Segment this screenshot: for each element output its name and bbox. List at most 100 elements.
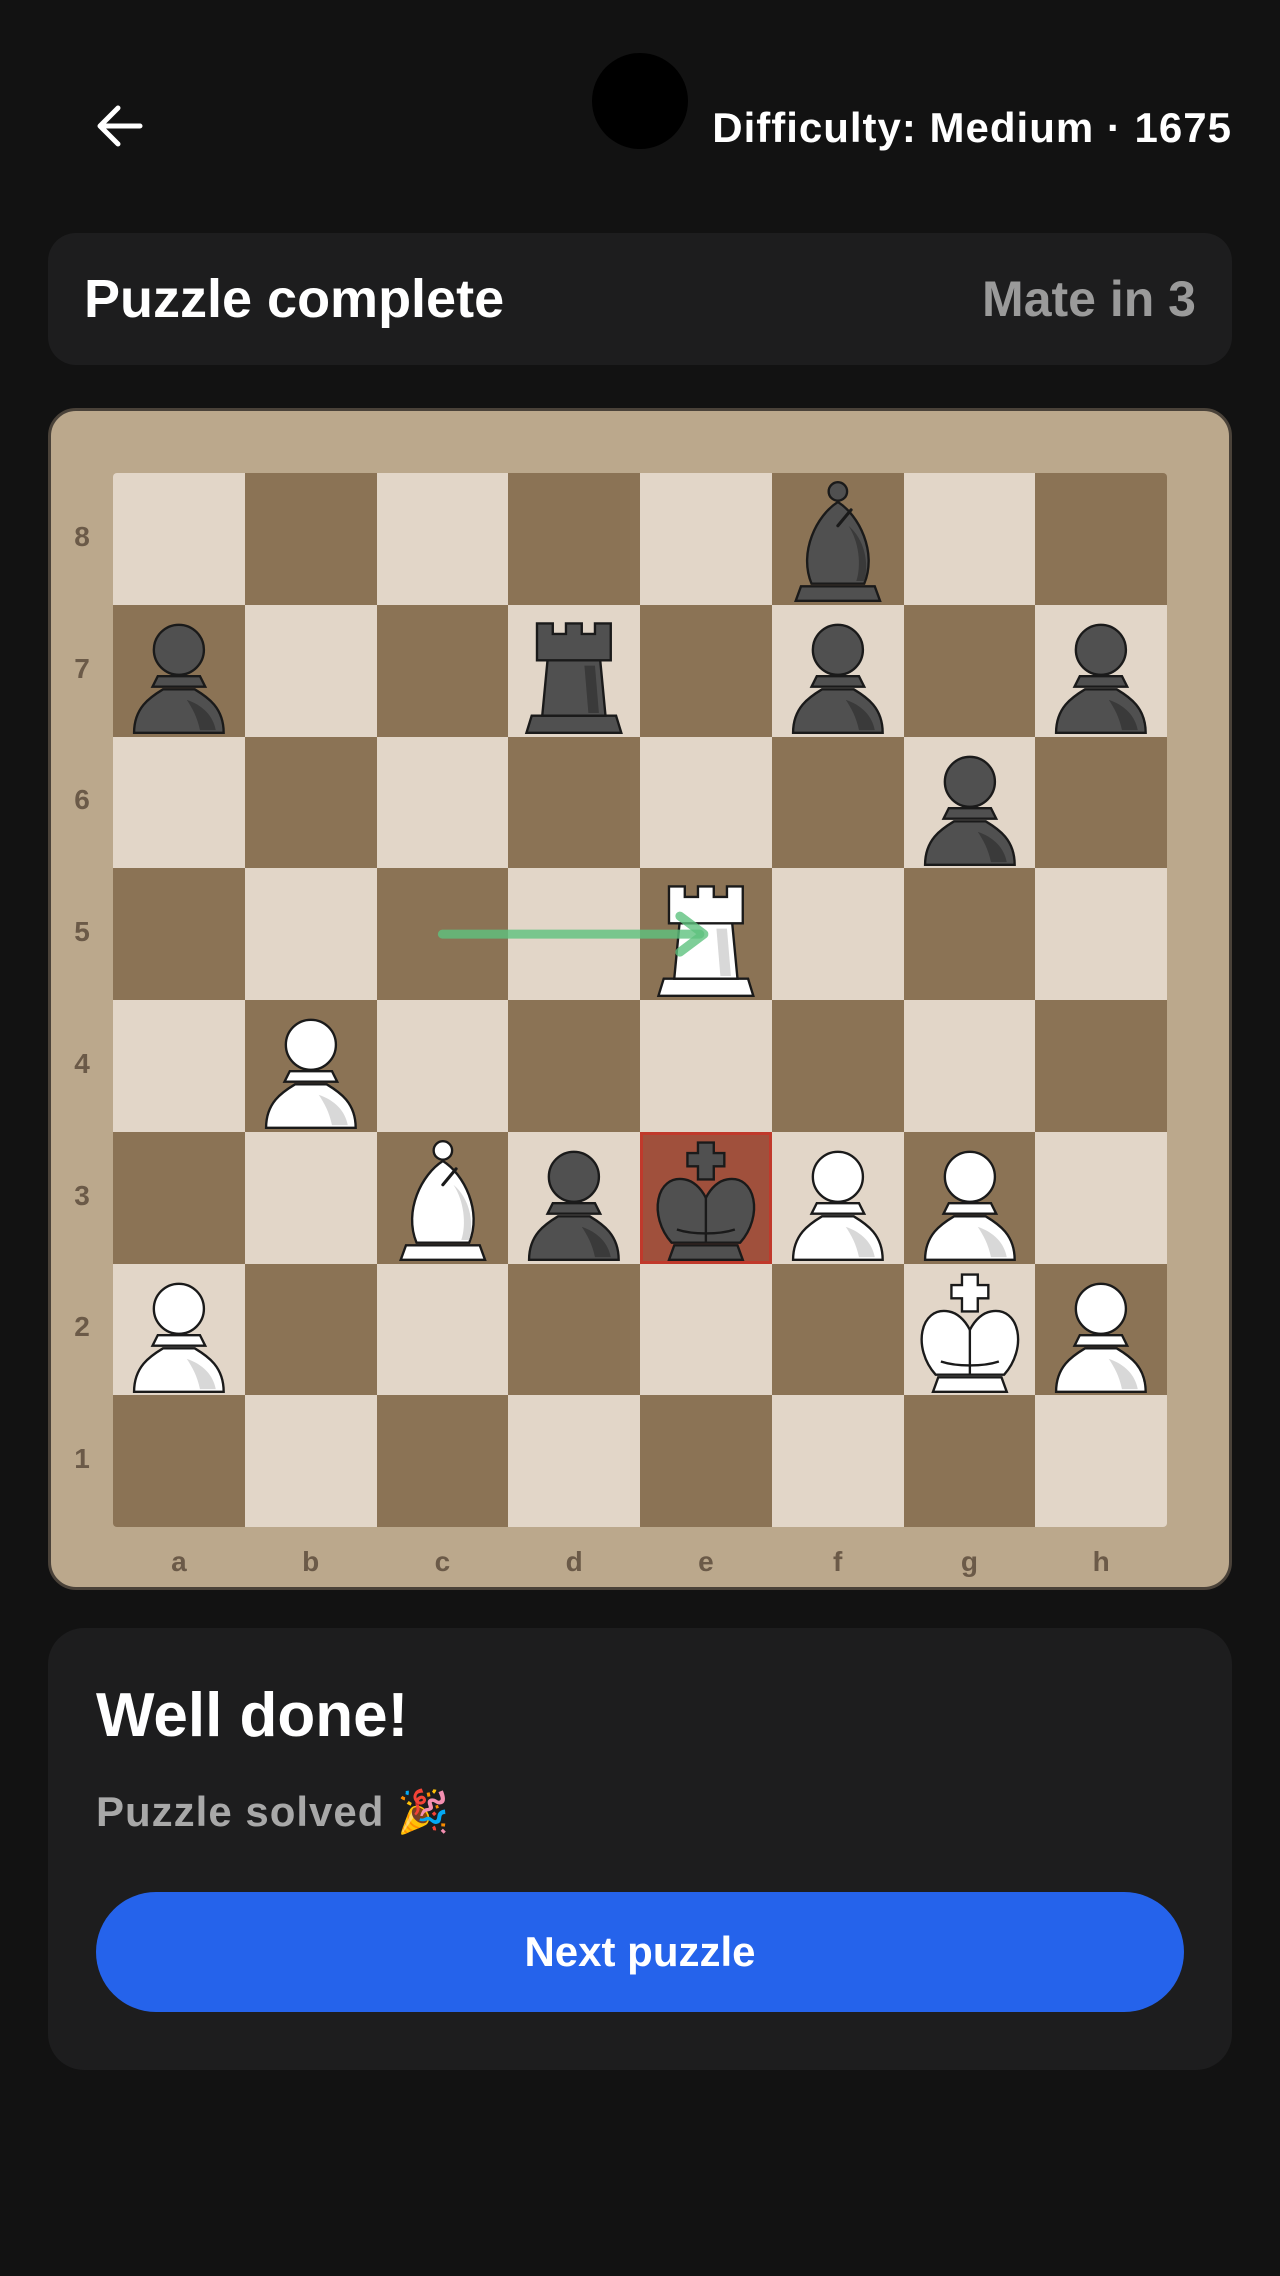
chess-board[interactable] [113, 473, 1167, 1527]
square-f7[interactable] [771, 604, 904, 737]
puzzle-goal: Mate in 3 [982, 271, 1196, 327]
square-c4[interactable] [376, 1000, 509, 1132]
square-d2[interactable] [508, 1263, 640, 1396]
square-f8[interactable] [771, 473, 904, 605]
square-f2[interactable] [771, 1263, 904, 1396]
square-f5[interactable] [771, 868, 904, 1000]
back-button[interactable] [90, 96, 150, 156]
square-d8[interactable] [508, 473, 640, 605]
rank-label-1: 1 [74, 1443, 90, 1475]
square-c6[interactable] [376, 736, 509, 869]
square-d5[interactable] [508, 868, 640, 1000]
square-d4[interactable] [508, 1000, 640, 1132]
white-king-g2[interactable] [904, 1264, 1036, 1396]
white-pawn-a2[interactable] [113, 1264, 245, 1396]
square-c8[interactable] [376, 473, 509, 605]
square-g7[interactable] [903, 604, 1036, 737]
rank-label-6: 6 [74, 784, 90, 816]
square-h6[interactable] [1035, 736, 1167, 869]
status-title: Puzzle complete [84, 269, 505, 329]
square-g5[interactable] [903, 868, 1036, 1000]
square-c5[interactable] [376, 868, 509, 1000]
camera-cutout [592, 53, 688, 149]
square-b1[interactable] [244, 1395, 377, 1527]
white-pawn-b4[interactable] [245, 1000, 377, 1132]
square-f3[interactable] [771, 1131, 904, 1264]
file-label-d: d [565, 1546, 583, 1577]
square-a3[interactable] [113, 1131, 245, 1264]
square-b4[interactable] [244, 1000, 377, 1132]
square-b8[interactable] [244, 473, 377, 605]
square-f1[interactable] [771, 1395, 904, 1527]
difficulty-label: Difficulty: Medium · 1675 [712, 104, 1232, 151]
square-c3[interactable] [376, 1131, 509, 1264]
square-h3[interactable] [1035, 1131, 1167, 1264]
white-rook-e5[interactable] [640, 868, 772, 1000]
square-e5[interactable] [640, 868, 772, 1000]
square-b3[interactable] [244, 1131, 377, 1264]
next-puzzle-button[interactable]: Next puzzle [96, 1892, 1184, 2012]
square-d7[interactable] [508, 604, 640, 737]
square-e6[interactable] [640, 736, 772, 869]
square-b7[interactable] [244, 604, 377, 737]
square-a1[interactable] [113, 1395, 245, 1527]
black-pawn-h7[interactable] [1035, 605, 1167, 737]
square-g3[interactable] [903, 1131, 1036, 1264]
black-pawn-f7[interactable] [772, 605, 904, 737]
square-e2[interactable] [640, 1263, 772, 1396]
square-d3[interactable] [508, 1131, 640, 1264]
rank-label-7: 7 [74, 652, 90, 684]
square-a8[interactable] [113, 473, 245, 605]
square-c1[interactable] [376, 1395, 509, 1527]
square-a4[interactable] [113, 1000, 245, 1132]
file-label-b: b [302, 1546, 320, 1577]
white-pawn-f3[interactable] [772, 1132, 904, 1264]
square-e1[interactable] [640, 1395, 772, 1527]
square-e3[interactable] [640, 1131, 772, 1264]
square-b5[interactable] [244, 868, 377, 1000]
square-b2[interactable] [244, 1263, 377, 1396]
square-h4[interactable] [1035, 1000, 1167, 1132]
black-rook-d7[interactable] [508, 605, 640, 737]
result-subtitle: Puzzle solved 🎉 [96, 1788, 451, 1835]
rank-label-4: 4 [74, 1047, 90, 1079]
square-g6[interactable] [903, 736, 1036, 869]
black-pawn-a7[interactable] [113, 605, 245, 737]
square-c7[interactable] [376, 604, 509, 737]
square-b6[interactable] [244, 736, 377, 869]
square-d6[interactable] [508, 736, 640, 869]
square-a2[interactable] [113, 1263, 245, 1396]
rank-label-8: 8 [74, 520, 90, 552]
file-label-c: c [434, 1546, 451, 1577]
white-pawn-h2[interactable] [1035, 1264, 1167, 1396]
square-h1[interactable] [1035, 1395, 1167, 1527]
black-pawn-g6[interactable] [904, 737, 1036, 869]
square-f6[interactable] [771, 736, 904, 869]
square-a7[interactable] [113, 604, 245, 737]
white-bishop-c3[interactable] [377, 1132, 509, 1264]
square-a5[interactable] [113, 868, 245, 1000]
square-g8[interactable] [903, 473, 1036, 605]
black-pawn-d3[interactable] [508, 1132, 640, 1264]
square-g4[interactable] [903, 1000, 1036, 1132]
square-h5[interactable] [1035, 868, 1167, 1000]
square-f4[interactable] [771, 1000, 904, 1132]
square-d1[interactable] [508, 1395, 640, 1527]
square-g1[interactable] [903, 1395, 1036, 1527]
square-e4[interactable] [640, 1000, 772, 1132]
black-bishop-f8[interactable] [772, 473, 904, 605]
white-pawn-g3[interactable] [904, 1132, 1036, 1264]
black-king-e3[interactable] [640, 1132, 772, 1264]
square-c2[interactable] [376, 1263, 509, 1396]
file-label-e: e [698, 1546, 714, 1577]
square-h8[interactable] [1035, 473, 1167, 605]
square-h7[interactable] [1035, 604, 1167, 737]
square-g2[interactable] [903, 1263, 1036, 1396]
rank-label-2: 2 [74, 1311, 90, 1343]
file-label-f: f [832, 1546, 843, 1577]
square-e8[interactable] [640, 473, 772, 605]
square-h2[interactable] [1035, 1263, 1167, 1396]
square-e7[interactable] [640, 604, 772, 737]
arrow-left-icon [97, 105, 143, 147]
square-a6[interactable] [113, 736, 245, 869]
